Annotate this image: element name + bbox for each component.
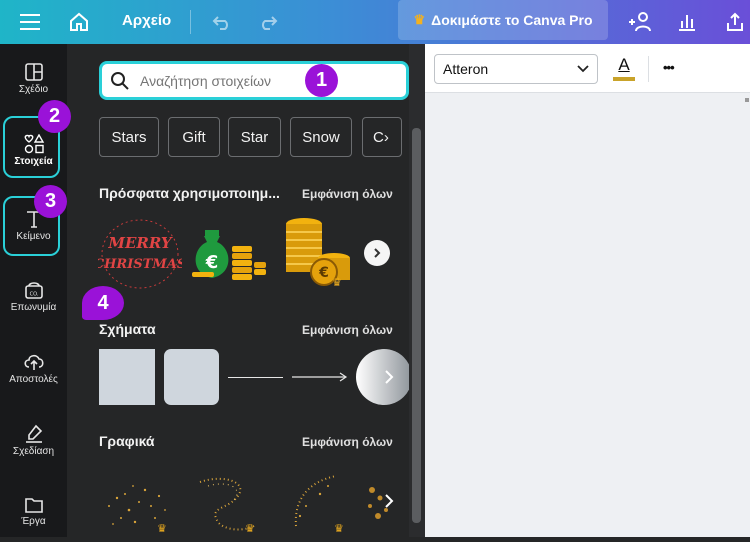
see-all-shapes[interactable]: Εμφάνιση όλων — [302, 323, 393, 337]
file-menu[interactable]: Αρχείο — [122, 12, 171, 29]
brand-icon: CO. — [24, 282, 43, 299]
step-badge-3: 3 — [34, 185, 67, 218]
chip-more-label: C — [373, 128, 384, 146]
text-color-swatch — [613, 77, 635, 81]
panel-scroll-thumb[interactable] — [412, 128, 421, 523]
analytics-icon[interactable] — [674, 9, 700, 35]
pro-crown-icon: ♛ — [334, 523, 344, 535]
step-badge-2: 2 — [38, 100, 71, 133]
text-color-letter: A — [618, 55, 630, 74]
pro-crown-icon: ♛ — [332, 277, 342, 289]
chevron-right-icon — [374, 248, 381, 258]
nav-item-projects[interactable]: Έργα — [0, 496, 67, 527]
shapes-next-button[interactable] — [376, 364, 402, 390]
try-pro-label: Δοκιμάστε το Canva Pro — [431, 12, 593, 28]
nav-label-text: Κείμενο — [16, 231, 51, 242]
chevron-right-icon — [385, 370, 394, 384]
pro-crown-icon: ♛ — [157, 523, 167, 535]
nav-item-brand[interactable]: CO. Επωνυμία — [0, 280, 67, 313]
coin-euro-text: € — [318, 265, 329, 281]
section-title-shapes: Σχήματα — [99, 321, 156, 337]
chevron-down-icon — [577, 65, 589, 73]
nav-item-uploads[interactable]: Αποστολές — [0, 352, 67, 385]
layout-icon — [24, 63, 43, 81]
nav-label-brand: Επωνυμία — [10, 302, 57, 313]
crown-icon: ♛ — [413, 12, 426, 27]
recent-next-button[interactable] — [364, 240, 390, 266]
more-options-button[interactable]: ••• — [663, 60, 675, 75]
elements-icon — [24, 134, 44, 154]
nav-label-uploads: Αποστολές — [9, 374, 58, 385]
try-pro-button[interactable]: ♛ Δοκιμάστε το Canva Pro — [398, 0, 608, 40]
home-icon[interactable] — [66, 9, 92, 35]
share-icon[interactable] — [722, 9, 748, 35]
toolbar-scroll-indicator — [745, 98, 749, 102]
christmas-text: CHRISTMAS — [98, 257, 182, 272]
section-title-recent: Πρόσφατα χρησιμοποιημ... — [99, 185, 280, 201]
chip-gift[interactable]: Gift — [168, 117, 220, 157]
menu-icon[interactable] — [18, 10, 42, 34]
shape-square[interactable] — [99, 349, 155, 405]
toolbar-divider — [190, 10, 191, 34]
merry-text: MERRY — [107, 234, 173, 252]
chevron-right-icon: › — [383, 128, 389, 146]
draw-icon — [25, 424, 42, 443]
shape-rounded-square[interactable] — [164, 349, 219, 405]
add-people-icon[interactable] — [626, 8, 654, 36]
graphic-gold-swirl[interactable] — [188, 466, 268, 537]
undo-icon[interactable] — [210, 10, 234, 34]
recent-item-money-bag[interactable]: € — [188, 222, 268, 284]
euro-text: € — [205, 252, 219, 273]
see-all-graphics[interactable]: Εμφάνιση όλων — [302, 435, 393, 449]
step-badge-4-label: 4 — [97, 291, 109, 314]
see-all-recent[interactable]: Εμφάνιση όλων — [302, 187, 393, 201]
nav-label-projects: Έργα — [21, 516, 46, 527]
nav-item-draw[interactable]: Σχεδίαση — [0, 424, 67, 457]
graphics-next-button[interactable] — [376, 488, 402, 514]
top-bar: Αρχείο ♛ Δοκιμάστε το Canva Pro — [0, 0, 750, 44]
chevron-right-icon — [385, 494, 394, 508]
redo-icon[interactable] — [256, 10, 280, 34]
search-icon — [111, 71, 129, 90]
recent-item-merry-christmas[interactable]: MERRY CHRISTMAS — [94, 214, 186, 292]
search-box[interactable] — [99, 61, 409, 100]
step-badge-1: 1 — [305, 64, 338, 97]
canvas-area[interactable] — [425, 44, 750, 537]
recent-item-coin-stack[interactable]: € — [276, 214, 356, 292]
svg-text:CO.: CO. — [29, 292, 38, 298]
chip-star[interactable]: Star — [228, 117, 281, 157]
nav-item-elements[interactable]: Στοιχεία — [0, 134, 67, 167]
section-title-graphics: Γραφικά — [99, 433, 155, 449]
graphic-gold-glitter-2[interactable] — [276, 466, 356, 537]
folder-icon — [24, 498, 43, 513]
nav-label-design: Σχέδιο — [18, 84, 49, 95]
chip-more[interactable]: C › — [362, 117, 402, 157]
graphic-gold-glitter-1[interactable] — [99, 466, 179, 537]
pro-crown-icon: ♛ — [245, 523, 255, 535]
step-badge-4: 4 — [82, 286, 124, 320]
upload-icon — [23, 354, 44, 370]
text-color-button[interactable]: A — [612, 55, 636, 83]
chip-snow[interactable]: Snow — [290, 117, 352, 157]
toolbar-divider-2 — [648, 56, 649, 82]
nav-item-design[interactable]: Σχέδιο — [0, 62, 67, 95]
font-family-value: Atteron — [443, 61, 489, 77]
nav-label-draw: Σχεδίαση — [12, 446, 55, 457]
nav-label-elements: Στοιχεία — [14, 156, 53, 167]
shape-arrow-line[interactable] — [291, 370, 349, 384]
shape-line[interactable] — [228, 377, 283, 378]
search-input[interactable] — [138, 71, 382, 90]
chip-stars[interactable]: Stars — [99, 117, 159, 157]
font-family-select[interactable]: Atteron — [434, 54, 598, 84]
